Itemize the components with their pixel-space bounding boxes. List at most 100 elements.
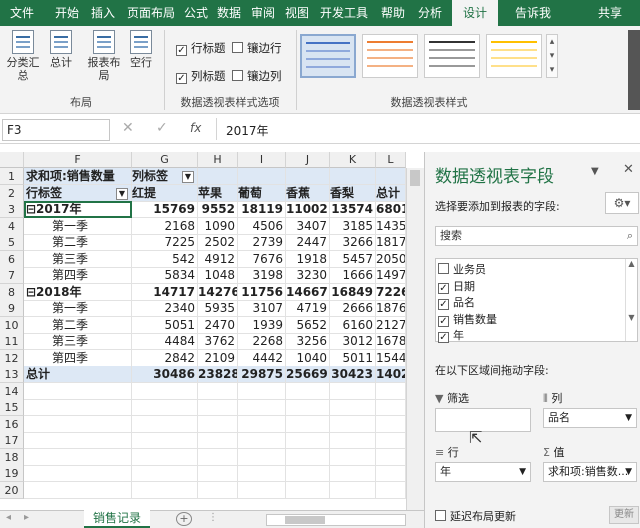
tab-6[interactable]: 审阅 [248,0,278,26]
cell[interactable] [376,481,406,499]
col-headers-checkbox[interactable]: ✓ 列标题 [176,68,226,84]
gear-icon[interactable]: ⚙▾ [605,192,639,214]
cell[interactable]: 21272 [376,316,406,334]
values-item[interactable]: 求和项:销售数... ▼ [543,462,637,482]
cell[interactable] [132,382,198,400]
rows-item[interactable]: 年 ▼ [435,462,531,482]
cell[interactable] [376,415,406,433]
cell[interactable]: 2109 [198,349,238,367]
cell[interactable] [286,382,330,400]
row-header[interactable]: 19 [0,465,24,482]
row-header[interactable]: 17 [0,432,24,449]
cell[interactable]: 16849 [330,283,376,301]
row-header[interactable]: 1 [0,168,24,185]
cell[interactable] [132,415,198,433]
field-item[interactable]: 业务员 [438,261,486,277]
cell[interactable]: 3256 [286,333,330,350]
cell[interactable] [286,465,330,482]
row-header[interactable]: 8 [0,283,24,301]
formula-input[interactable]: 2017年 [226,122,269,139]
cell[interactable]: 香梨 [330,184,376,202]
field-item[interactable]: ✓ 年 [438,327,464,343]
cell[interactable] [330,382,376,400]
cell[interactable]: 苹果 [198,184,238,202]
cell[interactable] [330,465,376,482]
cell[interactable]: 1048 [198,267,238,284]
cell[interactable]: 第三季 [24,333,132,350]
cell[interactable] [198,448,238,466]
cell[interactable] [238,432,286,449]
pivot-style-gold[interactable] [486,34,542,78]
cell[interactable]: 72265 [376,283,406,301]
tab-8[interactable]: 开发工具 [316,0,372,26]
cell[interactable] [286,448,330,466]
cell[interactable]: 求和项:销售数量 [24,168,132,185]
cell[interactable] [24,448,132,466]
cell[interactable]: 25669 [286,366,330,383]
cell[interactable]: 1040 [286,349,330,367]
cell[interactable]: 2739 [238,234,286,251]
cell[interactable]: 15769 [132,201,198,218]
cell[interactable]: 葡萄 [238,184,286,202]
cell[interactable] [376,432,406,449]
filter-drop-zone[interactable] [435,408,531,432]
styles-scroll-icon[interactable]: ▴ ▾ ▾ [546,34,558,78]
cell[interactable]: 3198 [238,267,286,284]
filter-dropdown-icon[interactable]: ▼ [182,171,194,183]
cell[interactable] [376,448,406,466]
cell[interactable]: 第二季 [24,316,132,334]
row-header[interactable]: 6 [0,250,24,268]
cell[interactable] [376,399,406,416]
cell[interactable]: 4719 [286,300,330,317]
cell[interactable]: 第二季 [24,234,132,251]
report-layout-button[interactable]: 报表布局 [84,28,124,82]
cell[interactable] [24,432,132,449]
tab-12[interactable]: 告诉我 [498,0,568,26]
cell[interactable]: 3185 [330,217,376,235]
cell[interactable]: 1939 [238,316,286,334]
cell[interactable]: 2470 [198,316,238,334]
cell[interactable]: 5834 [132,267,198,284]
tab-10[interactable]: 分析 [410,0,450,26]
cell[interactable]: 29875 [238,366,286,383]
cell[interactable]: 14356 [376,217,406,235]
cell[interactable]: 18179 [376,234,406,251]
cell[interactable] [24,481,132,499]
cell[interactable] [376,465,406,482]
cell[interactable]: 3407 [286,217,330,235]
columns-item[interactable]: 品名 ▼ [543,408,637,428]
row-header[interactable]: 14 [0,382,24,400]
cell[interactable] [198,481,238,499]
cell[interactable]: 2268 [238,333,286,350]
cell[interactable] [238,168,286,185]
banded-cols-checkbox[interactable]: 镶边列 [232,68,282,84]
cell[interactable]: 14276 [198,283,238,301]
scroll-left-icon[interactable]: ◂ [6,512,11,523]
column-header-H[interactable]: H [198,152,238,168]
cell[interactable] [330,415,376,433]
cell[interactable] [238,415,286,433]
column-header-F[interactable]: F [24,152,132,168]
cell[interactable]: 9552 [198,201,238,218]
cell[interactable]: 3230 [286,267,330,284]
field-item[interactable]: ✓ 品名 [438,294,475,310]
sheet-tab-sales[interactable]: 销售记录 [84,510,150,528]
cell[interactable]: 3762 [198,333,238,350]
cell[interactable] [132,399,198,416]
cell[interactable]: 2666 [330,300,376,317]
scroll-thumb[interactable] [410,170,420,186]
cell[interactable] [330,168,376,185]
row-headers-checkbox[interactable]: ✓ 行标题 [176,40,226,56]
cell[interactable]: 68016 [376,201,406,218]
tab-3[interactable]: 页面布局 [122,0,180,26]
cell[interactable]: 30423 [330,366,376,383]
cell[interactable]: 总计 [24,366,132,383]
cell[interactable] [238,382,286,400]
cell[interactable]: 1666 [330,267,376,284]
cell[interactable] [132,432,198,449]
cell[interactable] [198,382,238,400]
cell[interactable]: 18119 [238,201,286,218]
cell[interactable]: 14976 [376,267,406,284]
field-list-scrollbar[interactable]: ▲ ▼ [625,259,637,341]
cell[interactable]: 13574 [330,201,376,218]
